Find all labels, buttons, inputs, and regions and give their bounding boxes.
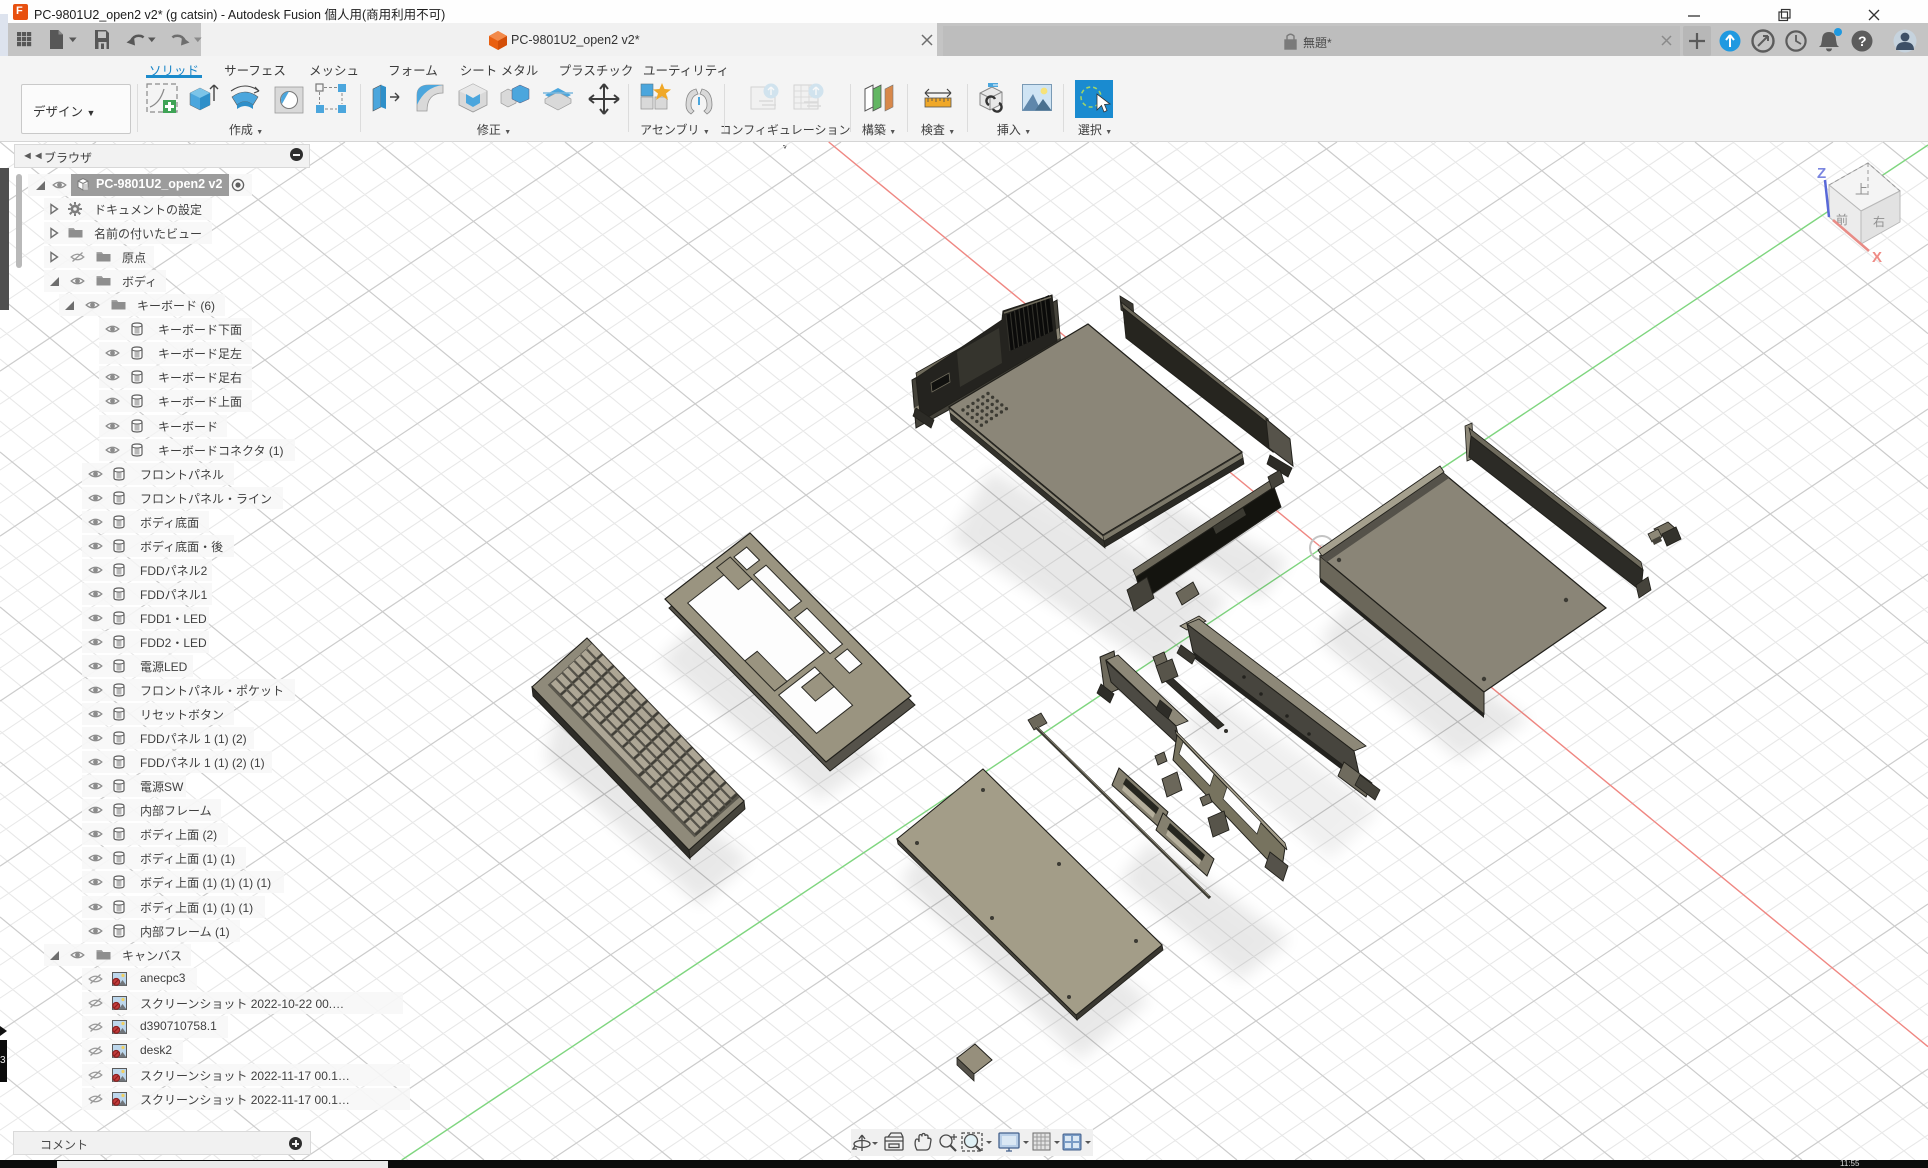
svg-text:Z: Z [1817, 165, 1826, 182]
svg-text:上: 上 [1855, 182, 1868, 197]
svg-text:X: X [1872, 249, 1882, 266]
svg-text:右: 右 [1873, 214, 1885, 229]
